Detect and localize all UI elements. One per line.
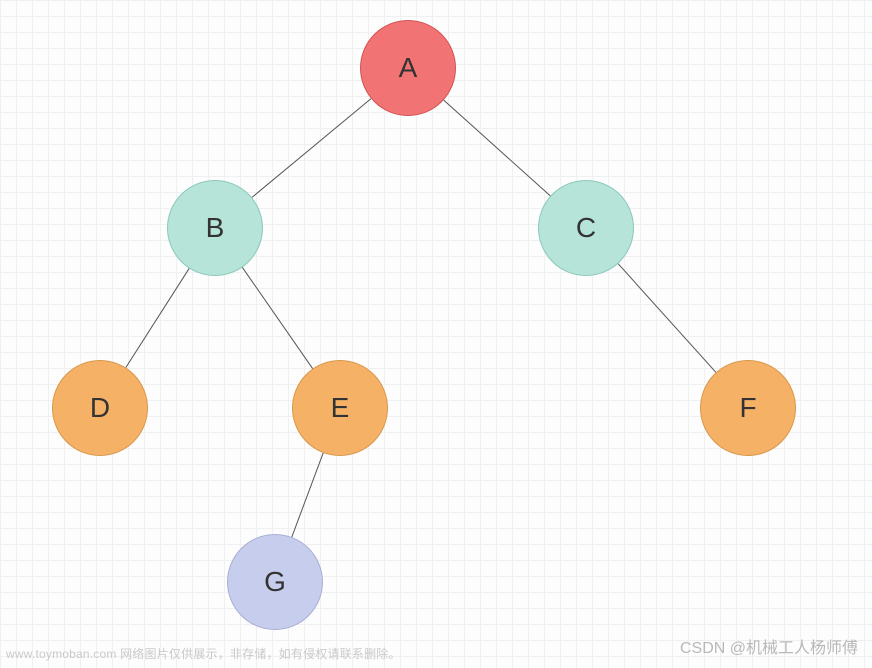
- edge-A-B: [252, 99, 371, 198]
- node-G: G: [227, 534, 323, 630]
- edge-B-D: [126, 268, 189, 367]
- edge-E-G: [292, 453, 323, 537]
- node-F: F: [700, 360, 796, 456]
- node-label: C: [576, 212, 596, 244]
- node-label: A: [399, 52, 418, 84]
- watermark-bottom-left: www.toymoban.com 网络图片仅供展示，非存储，如有侵权请联系删除。: [6, 645, 401, 662]
- node-label: D: [90, 392, 110, 424]
- node-label: E: [331, 392, 350, 424]
- node-E: E: [292, 360, 388, 456]
- node-D: D: [52, 360, 148, 456]
- watermark-bottom-right: CSDN @机械工人杨师傅: [680, 634, 858, 658]
- edge-B-E: [242, 267, 312, 368]
- edge-A-C: [444, 100, 551, 196]
- node-C: C: [538, 180, 634, 276]
- node-label: F: [739, 392, 756, 424]
- node-B: B: [167, 180, 263, 276]
- node-label: B: [206, 212, 225, 244]
- edge-C-F: [618, 264, 716, 373]
- diagram-canvas: A B C D E F G www.toymoban.com 网络图片仅供展示，非存储，如有…: [0, 0, 872, 668]
- node-A: A: [360, 20, 456, 116]
- node-label: G: [264, 566, 286, 598]
